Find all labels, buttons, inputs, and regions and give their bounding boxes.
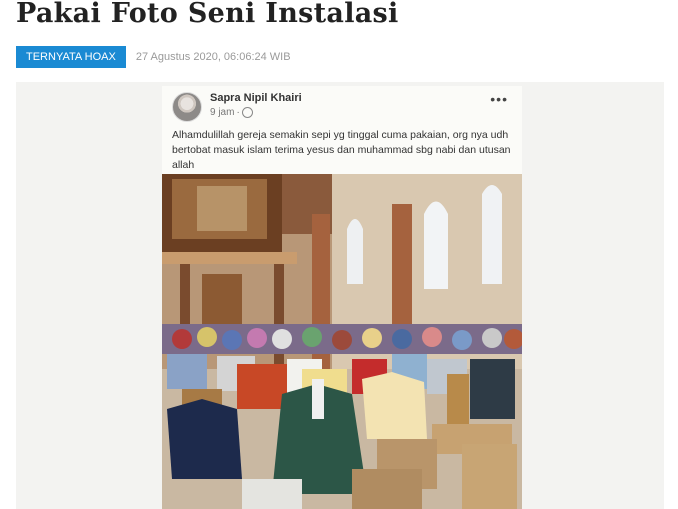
post-caption: Alhamdulillah gereja semakin sepi yg tin…: [172, 129, 511, 171]
avatar: [172, 92, 202, 122]
post-header: Sapra Nipil Khairi 9 jam ·: [172, 92, 302, 122]
post-author: Sapra Nipil Khairi: [210, 92, 302, 104]
article-title: Pakai Foto Seni Instalasi: [16, 0, 399, 29]
publish-date: 27 Agustus 2020, 06:06:24 WIB: [135, 51, 291, 63]
post-time: 9 jam ·: [210, 107, 302, 118]
post-time-text: 9 jam: [210, 107, 235, 118]
facebook-post-screenshot: Sapra Nipil Khairi 9 jam · ••• Alhamduli…: [162, 86, 522, 509]
article-meta: TERNYATA HOAX 27 Agustus 2020, 06:06:24 …: [16, 46, 291, 68]
church-photo: [162, 174, 522, 509]
post-time-separator: ·: [236, 107, 240, 118]
church-interior-image: [162, 174, 522, 509]
globe-icon: [241, 107, 253, 118]
hoax-label-badge[interactable]: TERNYATA HOAX: [16, 46, 126, 68]
more-options-icon[interactable]: •••: [490, 92, 508, 106]
